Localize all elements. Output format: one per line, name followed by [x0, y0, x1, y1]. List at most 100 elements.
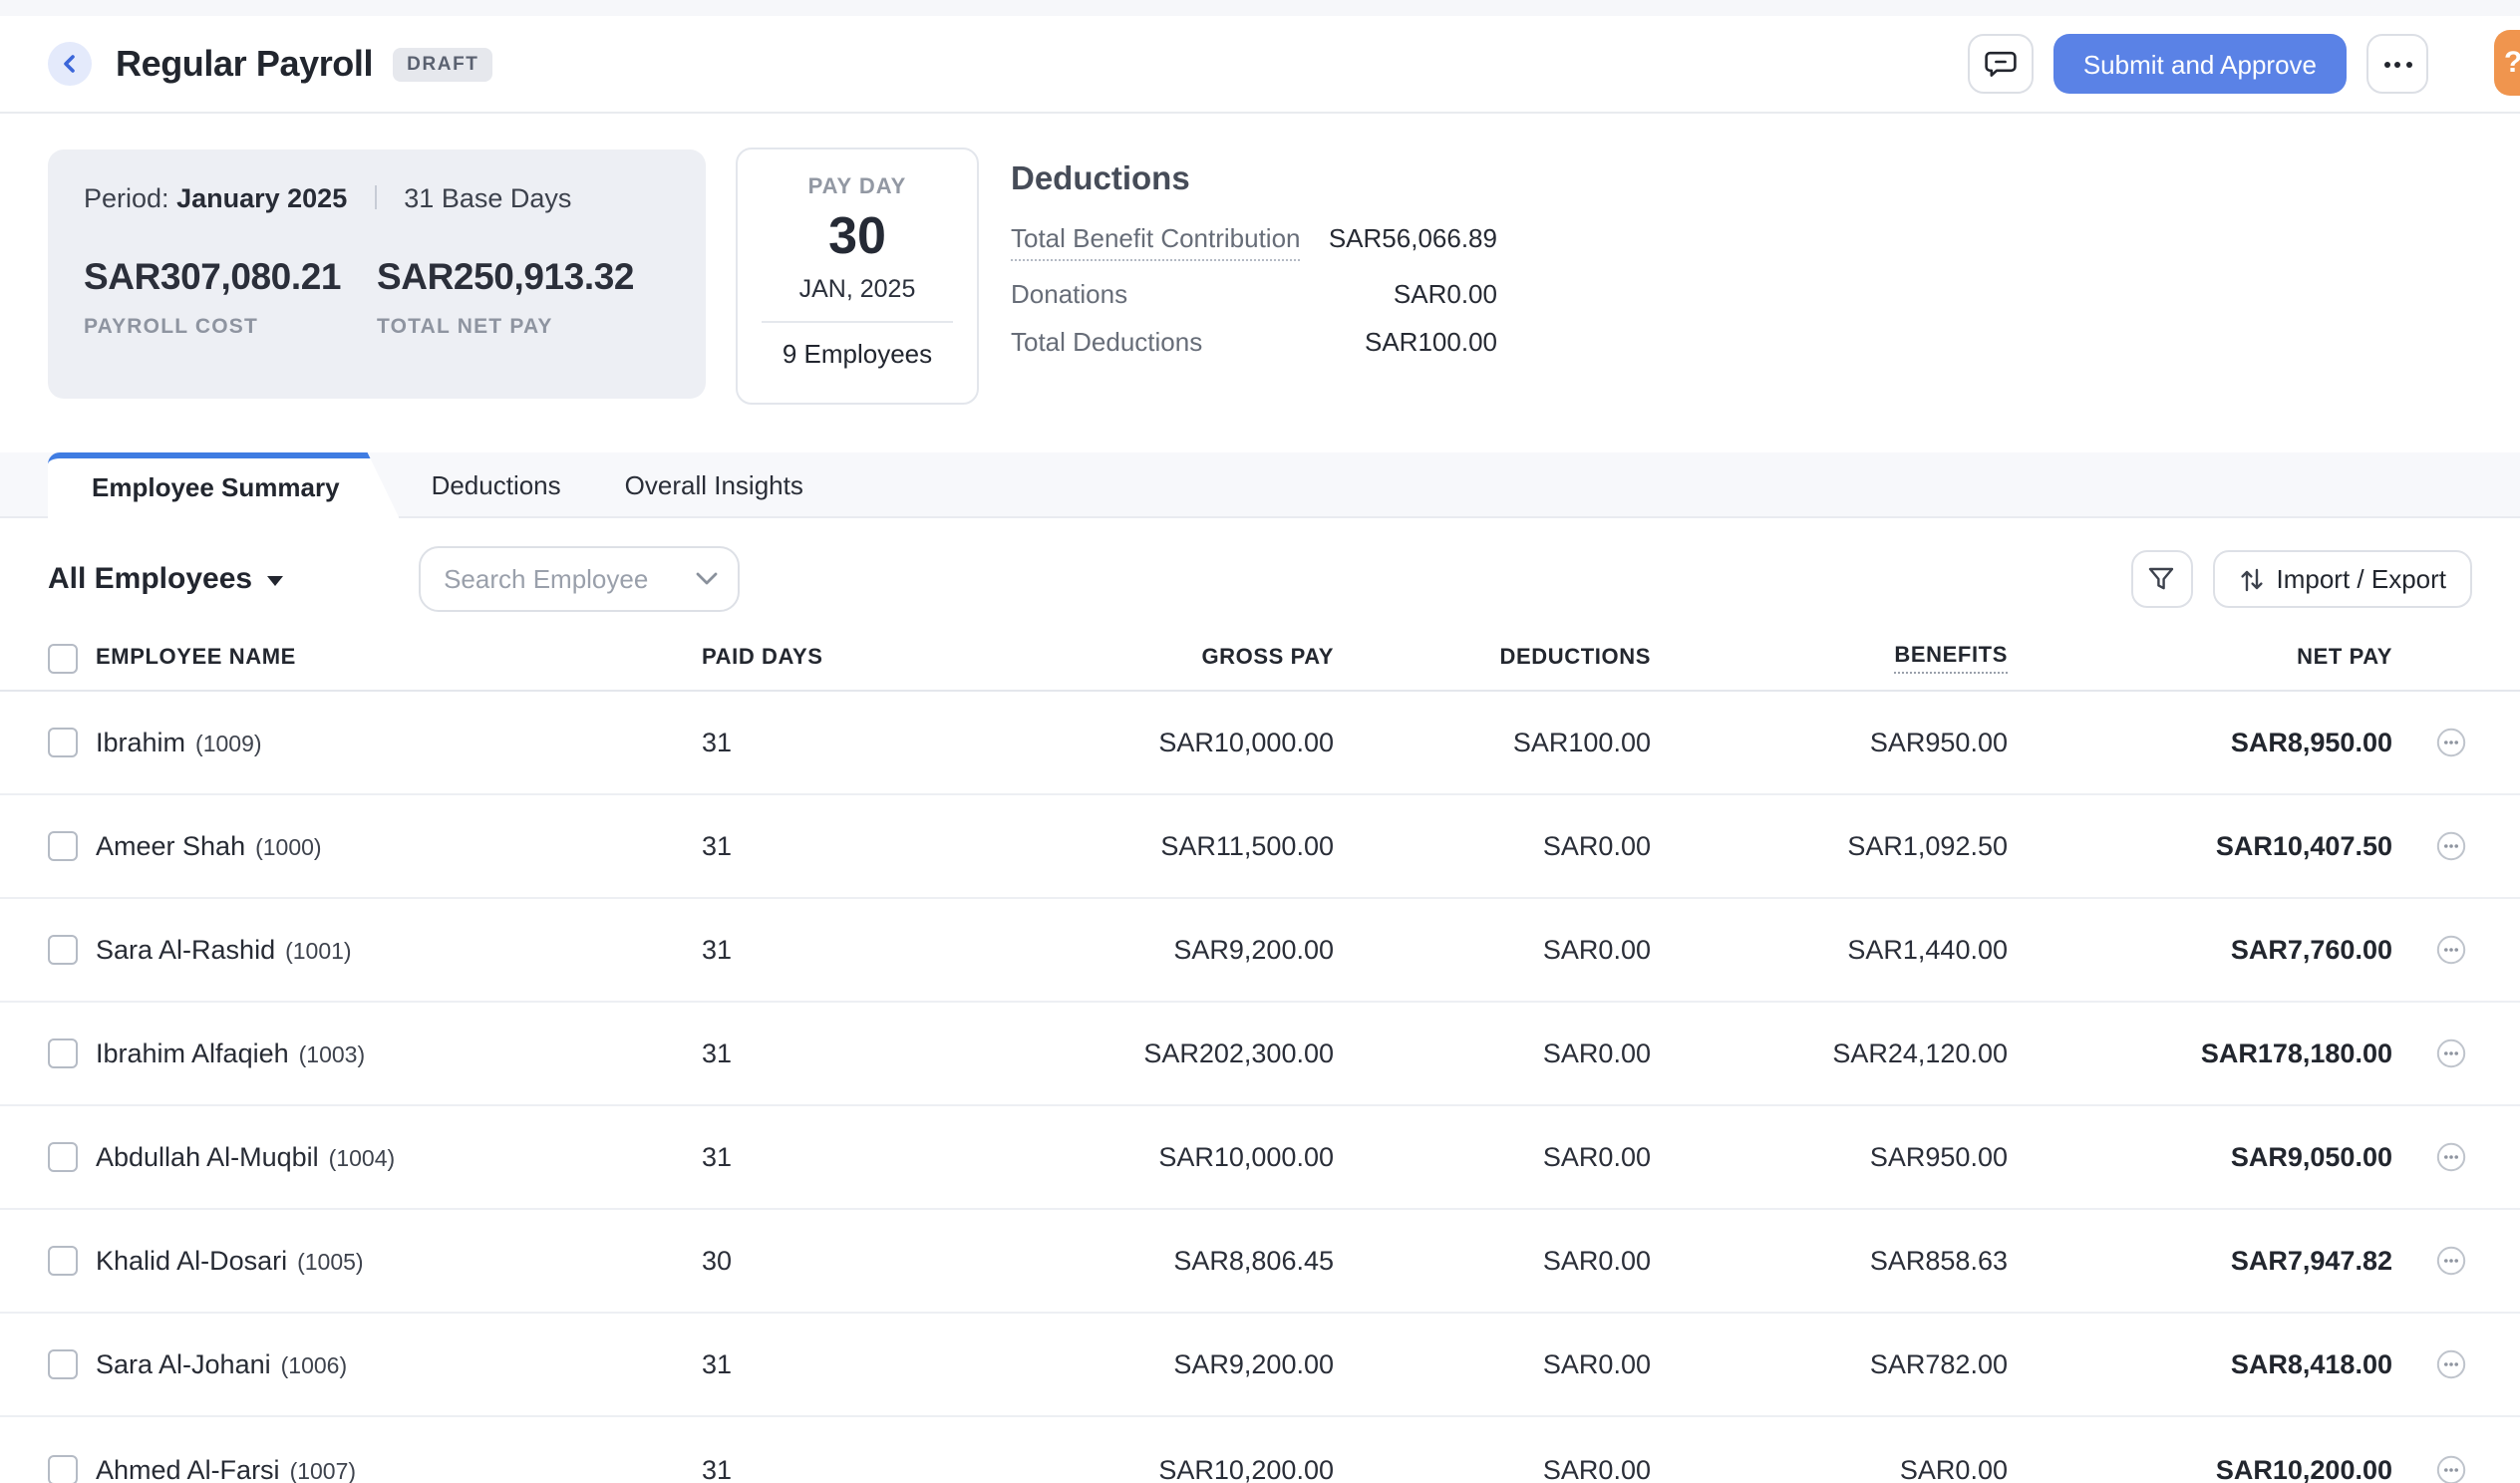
gross-pay-cell: SAR11,500.00	[1017, 831, 1334, 861]
row-actions-button[interactable]	[2436, 1038, 2466, 1068]
ellipsis-circle-icon	[2436, 1349, 2466, 1379]
employee-name-cell[interactable]: Sara Al-Rashid(1001)	[96, 935, 702, 965]
net-pay-cell: SAR9,050.00	[2008, 1142, 2392, 1172]
employee-id: (1000)	[255, 837, 322, 861]
select-all-checkbox[interactable]	[48, 643, 78, 673]
more-options-button[interactable]	[2366, 34, 2428, 94]
employee-name-cell[interactable]: Ibrahim(1009)	[96, 728, 702, 757]
paid-days-cell: 31	[702, 1454, 1017, 1483]
deduction-label[interactable]: Total Benefit Contribution	[1011, 225, 1301, 261]
header: Regular Payroll DRAFT Submit and Approve…	[0, 16, 2520, 114]
table-row: Ameer Shah(1000) 31 SAR11,500.00 SAR0.00…	[0, 795, 2520, 899]
net-pay-cell: SAR178,180.00	[2008, 1038, 2392, 1068]
page-title: Regular Payroll	[116, 43, 373, 85]
checkbox-cell	[48, 1038, 96, 1068]
actions-cell	[2392, 935, 2472, 965]
deductions-rows: Total Benefit Contribution SAR56,066.89 …	[1011, 225, 1497, 357]
deductions-cell: SAR0.00	[1334, 1246, 1651, 1276]
payroll-run-page: Regular Payroll DRAFT Submit and Approve…	[0, 0, 2520, 1483]
ellipsis-circle-icon	[2436, 1246, 2466, 1276]
row-checkbox[interactable]	[48, 1142, 78, 1172]
row-checkbox[interactable]	[48, 1349, 78, 1379]
benefits-cell: SAR1,092.50	[1651, 831, 2008, 861]
employee-name-cell[interactable]: Ahmed Al-Farsi(1007)	[96, 1454, 702, 1483]
employee-filter-dropdown[interactable]: All Employees	[48, 562, 282, 596]
table-body: Ibrahim(1009) 31 SAR10,000.00 SAR100.00 …	[0, 692, 2520, 1483]
row-actions-button[interactable]	[2436, 1454, 2466, 1483]
employee-name-cell[interactable]: Ibrahim Alfaqieh(1003)	[96, 1038, 702, 1068]
deductions-cell: SAR0.00	[1334, 1454, 1651, 1483]
table-row: Ahmed Al-Farsi(1007) 31 SAR10,200.00 SAR…	[0, 1417, 2520, 1483]
payroll-cost-value: SAR307,080.21	[84, 255, 377, 299]
paid-days-cell: 31	[702, 831, 1017, 861]
checkbox-cell	[48, 1454, 96, 1483]
col-benefits: BENEFITS	[1651, 643, 2008, 673]
summary-amounts: SAR307,080.21 PAYROLL COST SAR250,913.32…	[84, 255, 670, 339]
row-checkbox[interactable]	[48, 1246, 78, 1276]
tab[interactable]: Deductions	[400, 452, 593, 516]
employee-id: (1004)	[329, 1148, 396, 1172]
benefits-cell: SAR950.00	[1651, 1142, 2008, 1172]
chevron-left-icon	[60, 54, 80, 74]
deduction-label[interactable]: Donations	[1011, 281, 1127, 309]
tab[interactable]: Employee Summary	[48, 452, 400, 518]
period-label: Period:	[84, 183, 169, 213]
payday-employee-count: 9 Employees	[738, 339, 977, 369]
deductions-cell: SAR0.00	[1334, 1142, 1651, 1172]
row-checkbox[interactable]	[48, 935, 78, 965]
benefits-cell: SAR782.00	[1651, 1349, 2008, 1379]
payroll-cost-block: SAR307,080.21 PAYROLL COST	[84, 255, 377, 339]
actions-cell	[2392, 1349, 2472, 1379]
tab-label: Deductions	[432, 469, 561, 499]
search-employee-select[interactable]: Search Employee	[418, 546, 739, 612]
employee-name-cell[interactable]: Ameer Shah (1000)	[96, 831, 702, 861]
deduction-row: Donations SAR0.00	[1011, 281, 1497, 309]
row-actions-button[interactable]	[2436, 1142, 2466, 1172]
col-gross-pay: GROSS PAY	[1017, 646, 1334, 670]
row-actions-button[interactable]	[2436, 1349, 2466, 1379]
comments-button[interactable]	[1968, 34, 2034, 94]
row-checkbox[interactable]	[48, 1038, 78, 1068]
row-actions-button[interactable]	[2436, 1246, 2466, 1276]
employee-name: Ameer Shah	[96, 831, 245, 861]
import-export-button[interactable]: Import / Export	[2213, 550, 2473, 608]
paid-days-cell: 31	[702, 935, 1017, 965]
row-checkbox[interactable]	[48, 728, 78, 757]
filter-button[interactable]	[2131, 550, 2193, 608]
deductions-panel-title: Deductions	[1011, 161, 1497, 199]
period-row: Period: January 2025 31 Base Days	[84, 183, 670, 213]
row-actions-button[interactable]	[2436, 935, 2466, 965]
deduction-value: SAR0.00	[1394, 281, 1497, 309]
deductions-panel: Deductions Total Benefit Contribution SA…	[1011, 149, 1497, 377]
checkbox-cell	[48, 1349, 96, 1379]
row-checkbox[interactable]	[48, 1454, 78, 1483]
ellipsis-circle-icon	[2436, 935, 2466, 965]
checkbox-cell	[48, 831, 96, 861]
checkbox-cell	[48, 1142, 96, 1172]
net-pay-cell: SAR8,950.00	[2008, 728, 2392, 757]
employee-name-cell[interactable]: Khalid Al-Dosari(1005)	[96, 1246, 702, 1276]
employee-name-cell[interactable]: Abdullah Al-Muqbil(1004)	[96, 1142, 702, 1172]
employee-name: Ibrahim Alfaqieh	[96, 1038, 289, 1068]
help-button[interactable]: ?	[2494, 30, 2520, 96]
gross-pay-cell: SAR202,300.00	[1017, 1038, 1334, 1068]
row-actions-button[interactable]	[2436, 728, 2466, 757]
actions-cell	[2392, 1142, 2472, 1172]
checkbox-cell	[48, 728, 96, 757]
row-actions-button[interactable]	[2436, 831, 2466, 861]
gross-pay-cell: SAR10,000.00	[1017, 728, 1334, 757]
row-checkbox[interactable]	[48, 831, 78, 861]
chevron-down-icon	[695, 572, 717, 586]
employee-name-cell[interactable]: Sara Al-Johani(1006)	[96, 1349, 702, 1379]
tab-label: Overall Insights	[625, 469, 803, 499]
net-pay-cell: SAR8,418.00	[2008, 1349, 2392, 1379]
tab[interactable]: Overall Insights	[593, 452, 835, 516]
submit-and-approve-button[interactable]: Submit and Approve	[2053, 34, 2347, 94]
back-button[interactable]	[48, 42, 92, 86]
table-row: Sara Al-Rashid(1001) 31 SAR9,200.00 SAR0…	[0, 899, 2520, 1003]
paid-days-cell: 31	[702, 728, 1017, 757]
comment-icon	[1984, 48, 2018, 80]
employee-id: (1007)	[290, 1460, 357, 1483]
deduction-label[interactable]: Total Deductions	[1011, 329, 1202, 357]
paid-days-cell: 31	[702, 1349, 1017, 1379]
